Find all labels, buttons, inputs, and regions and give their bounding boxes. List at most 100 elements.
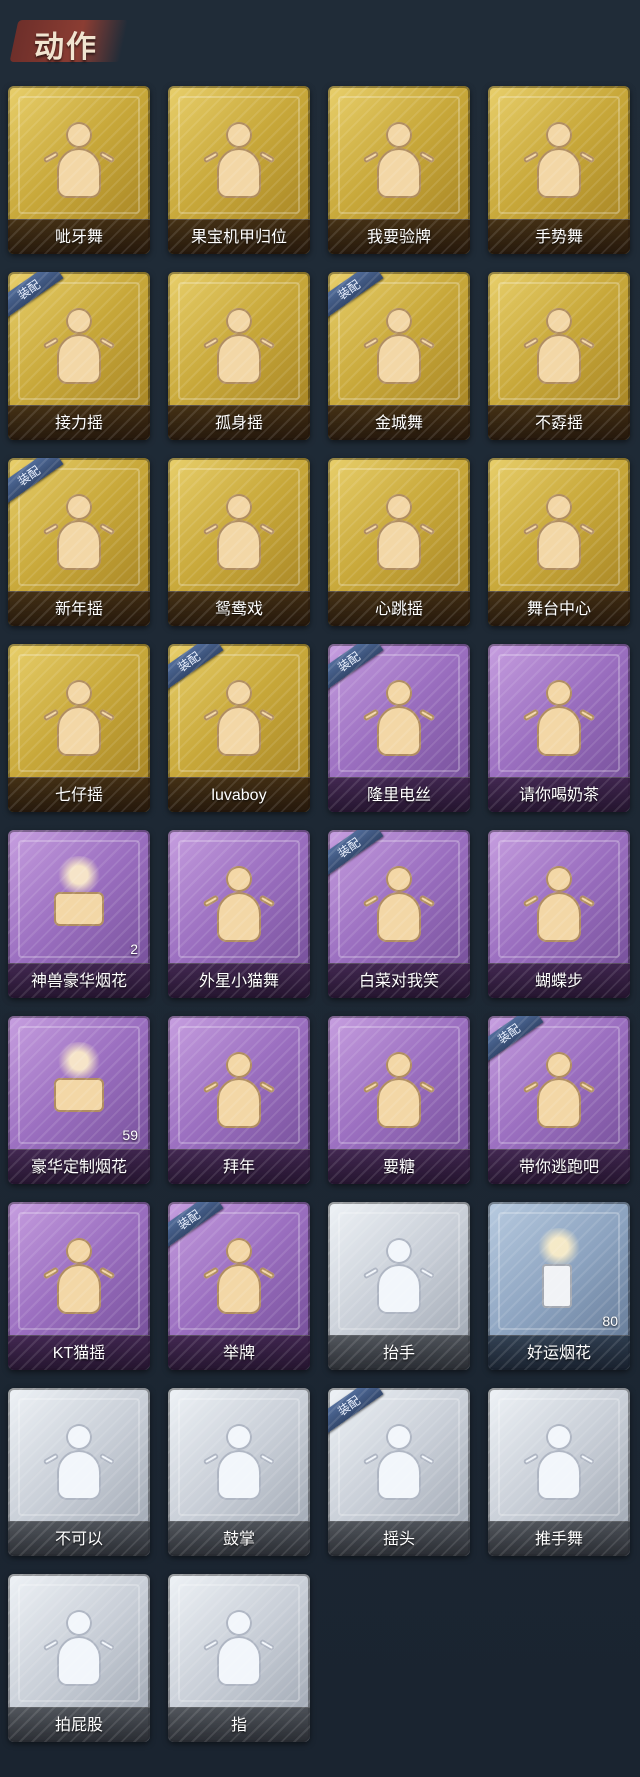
fireworks-icon [56, 856, 102, 894]
push-hands-figure-icon [522, 1424, 596, 1504]
pat-figure-icon [42, 1610, 116, 1690]
action-label: 鸳鸯戏 [214, 601, 263, 618]
dance-figure-icon [202, 494, 276, 574]
dance-figure-icon [522, 866, 596, 946]
dance-figure-icon [362, 122, 436, 202]
action-card[interactable]: 装配 摇头 [328, 1388, 470, 1556]
pointing-hand-icon [202, 1610, 276, 1690]
action-card[interactable]: 59 豪华定制烟花 [8, 1016, 150, 1184]
action-label: 指 [230, 1717, 247, 1734]
dance-figure-icon [362, 1052, 436, 1132]
action-card[interactable]: 呲牙舞 [8, 86, 150, 254]
action-label: 接力摇 [54, 415, 103, 432]
shaking-head-figure-icon [362, 1424, 436, 1504]
action-label: 金城舞 [374, 415, 423, 432]
dance-figure-icon [522, 308, 596, 388]
action-label: 不孬摇 [534, 415, 583, 432]
action-card[interactable]: 孤身摇 [168, 272, 310, 440]
action-label: 举牌 [222, 1345, 255, 1362]
action-card[interactable]: 鼓掌 [168, 1388, 310, 1556]
action-card[interactable]: 指 [168, 1574, 310, 1742]
action-card[interactable]: 不可以 [8, 1388, 150, 1556]
action-label: KT猫摇 [52, 1345, 106, 1362]
clapping-hands-icon [202, 1424, 276, 1504]
action-label: 抬手 [382, 1345, 415, 1362]
action-card[interactable]: 2 神兽豪华烟花 [8, 830, 150, 998]
action-card[interactable]: 舞台中心 [488, 458, 630, 626]
action-label: 我要验牌 [366, 229, 431, 246]
action-label: 舞台中心 [526, 601, 591, 618]
action-card[interactable]: 拍屁股 [8, 1574, 150, 1742]
action-card[interactable]: 外星小猫舞 [168, 830, 310, 998]
action-label: 鼓掌 [222, 1531, 255, 1548]
dance-figure-icon [362, 494, 436, 574]
action-label: 带你逃跑吧 [518, 1159, 599, 1176]
dance-figure-icon [362, 866, 436, 946]
dance-figure-icon [522, 494, 596, 574]
action-label: 果宝机甲归位 [190, 229, 287, 246]
firework-can-icon [542, 1264, 572, 1308]
action-card[interactable]: 装配 带你逃跑吧 [488, 1016, 630, 1184]
action-grid: 呲牙舞 果宝机甲归位 我要验牌 手势舞 装配 接力摇 孤身摇 装配 金城舞 不孬… [0, 0, 640, 1777]
item-count: 59 [122, 1127, 138, 1143]
dance-figure-icon [362, 680, 436, 760]
dance-figure-icon [202, 308, 276, 388]
action-card[interactable]: KT猫摇 [8, 1202, 150, 1370]
action-label: 神兽豪华烟花 [30, 973, 127, 990]
sign-holding-figure-icon [202, 1238, 276, 1318]
action-label: 白菜对我笑 [358, 973, 439, 990]
dance-figure-icon [202, 866, 276, 946]
dance-figure-icon [202, 122, 276, 202]
action-card[interactable]: 装配 举牌 [168, 1202, 310, 1370]
action-card[interactable]: 装配 新年摇 [8, 458, 150, 626]
action-card[interactable]: 装配 luvaboy [168, 644, 310, 812]
action-label: 摇头 [382, 1531, 415, 1548]
action-label: luvaboy [211, 787, 267, 804]
dance-figure-icon [42, 680, 116, 760]
action-label: 豪华定制烟花 [30, 1159, 127, 1176]
action-label: 新年摇 [54, 601, 103, 618]
action-card[interactable]: 推手舞 [488, 1388, 630, 1556]
action-card[interactable]: 拜年 [168, 1016, 310, 1184]
action-card[interactable]: 鸳鸯戏 [168, 458, 310, 626]
action-card[interactable]: 手势舞 [488, 86, 630, 254]
action-label: 心跳摇 [374, 601, 423, 618]
action-card[interactable]: 蝴蝶步 [488, 830, 630, 998]
action-label: 好运烟花 [526, 1345, 591, 1362]
actions-page: 动作 呲牙舞 果宝机甲归位 我要验牌 手势舞 装配 接力摇 孤身摇 装配 金城舞… [0, 0, 640, 1777]
action-card[interactable]: 要糖 [328, 1016, 470, 1184]
action-label: 孤身摇 [214, 415, 263, 432]
action-label: 推手舞 [534, 1531, 583, 1548]
action-label: 要糖 [382, 1159, 415, 1176]
action-card[interactable]: 装配 隆里电丝 [328, 644, 470, 812]
action-label: 隆里电丝 [366, 787, 431, 804]
action-label: 呲牙舞 [54, 229, 103, 246]
gift-box-icon [54, 1078, 104, 1112]
action-card[interactable]: 抬手 [328, 1202, 470, 1370]
dance-figure-icon [362, 308, 436, 388]
action-label: 蝴蝶步 [534, 973, 583, 990]
dance-figure-icon [202, 1052, 276, 1132]
action-card[interactable]: 果宝机甲归位 [168, 86, 310, 254]
action-card[interactable]: 不孬摇 [488, 272, 630, 440]
action-card[interactable]: 装配 白菜对我笑 [328, 830, 470, 998]
action-label: 不可以 [54, 1531, 103, 1548]
action-card[interactable]: 装配 金城舞 [328, 272, 470, 440]
action-card[interactable]: 80 好运烟花 [488, 1202, 630, 1370]
action-card[interactable]: 我要验牌 [328, 86, 470, 254]
dance-figure-icon [522, 122, 596, 202]
action-label: 拜年 [222, 1159, 255, 1176]
dance-figure-icon [42, 308, 116, 388]
dance-figure-icon [202, 680, 276, 760]
action-card[interactable]: 请你喝奶茶 [488, 644, 630, 812]
dance-figure-icon [522, 680, 596, 760]
dance-figure-icon [522, 1052, 596, 1132]
action-label: 外星小猫舞 [198, 973, 279, 990]
action-card[interactable]: 七仔摇 [8, 644, 150, 812]
action-label: 七仔摇 [54, 787, 103, 804]
raise-hand-figure-icon [362, 1238, 436, 1318]
dance-figure-icon [42, 122, 116, 202]
dance-figure-icon [42, 494, 116, 574]
action-card[interactable]: 心跳摇 [328, 458, 470, 626]
action-card[interactable]: 装配 接力摇 [8, 272, 150, 440]
